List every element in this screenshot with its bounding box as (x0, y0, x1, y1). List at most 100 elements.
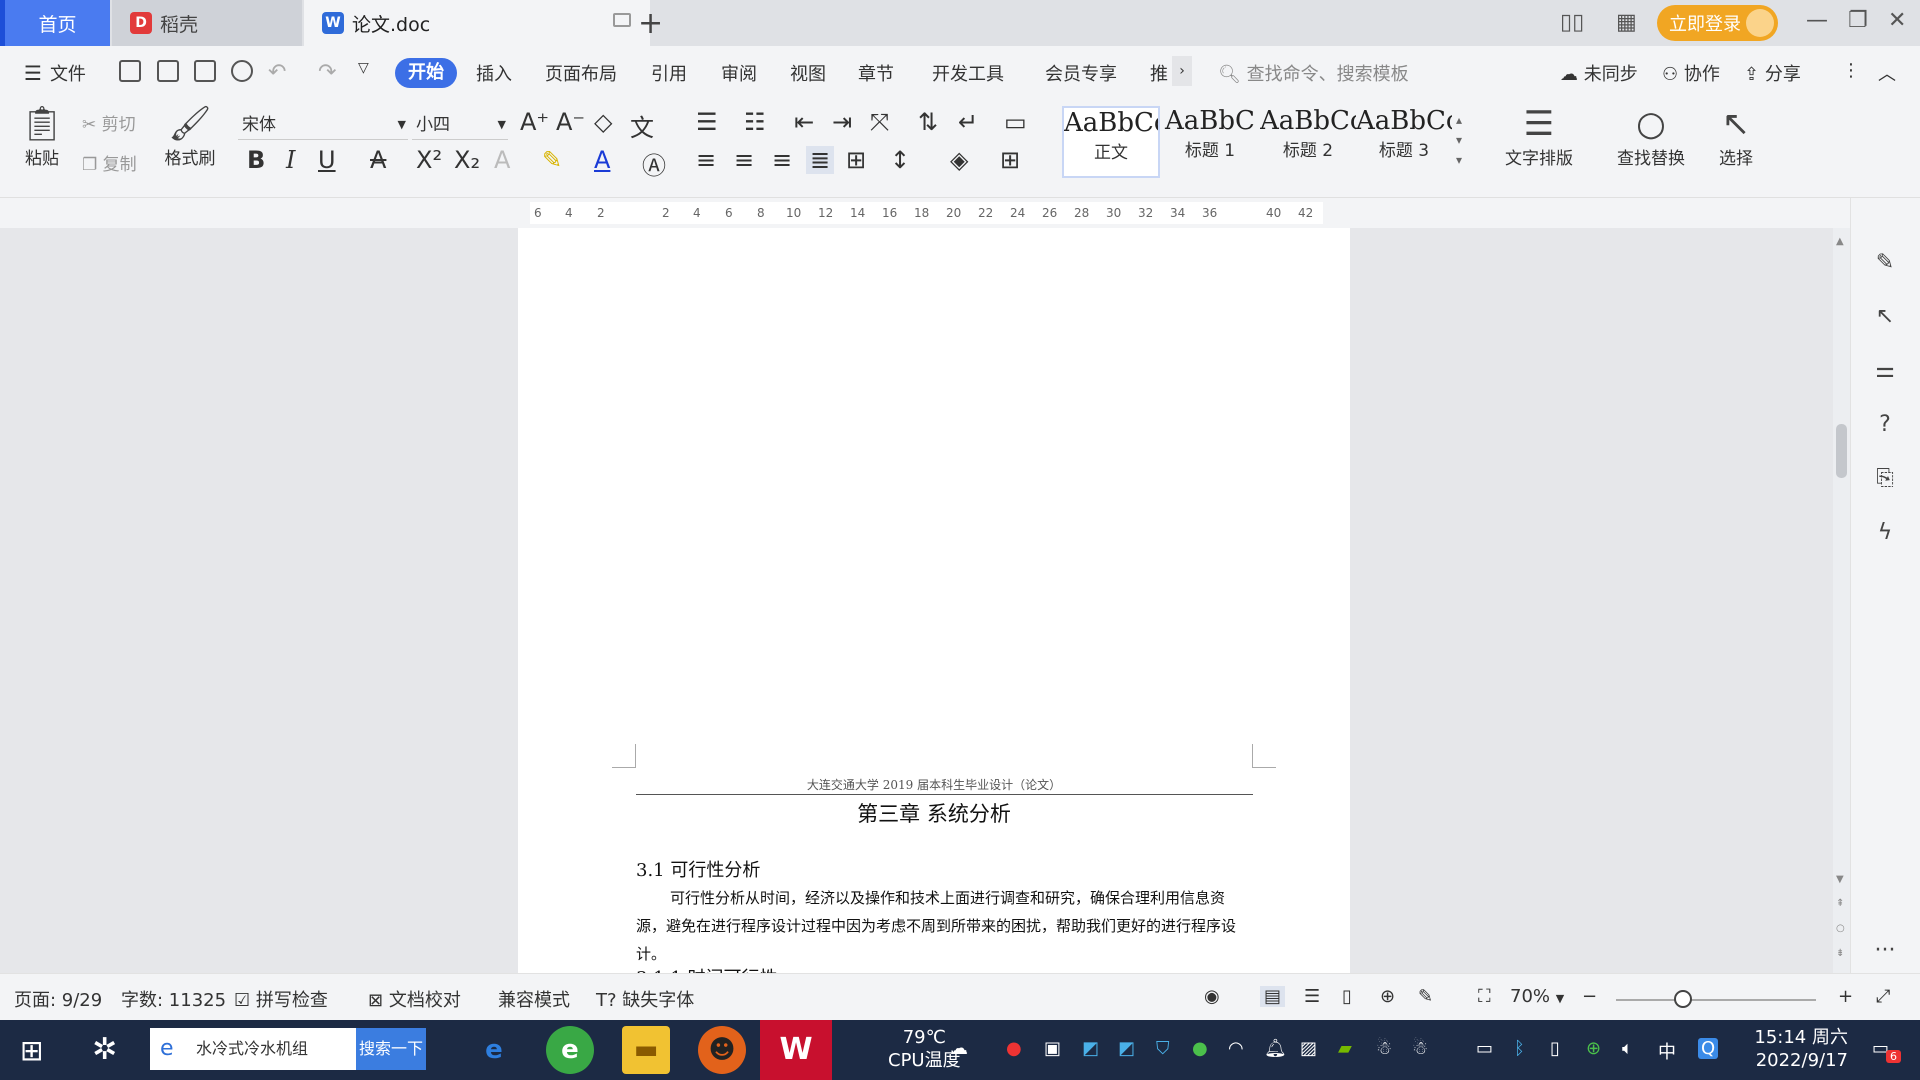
align-right-icon[interactable]: ≡ (772, 146, 792, 174)
zoom-out-icon[interactable]: − (1582, 986, 1597, 1007)
highlight-icon[interactable]: ✎ (542, 146, 562, 174)
backup-icon[interactable]: ⎘ (1871, 466, 1899, 494)
grow-font-icon[interactable]: A⁺ (520, 108, 549, 136)
shield-icon[interactable]: ⛉ (1156, 1038, 1170, 1059)
pen-icon[interactable]: ✎ (1871, 250, 1899, 278)
cut-button[interactable]: ✂ 剪切 (82, 110, 136, 135)
ime-indicator[interactable]: 中 (1658, 1038, 1676, 1064)
style-heading-1[interactable]: AaBbC 标题 1 (1162, 106, 1258, 178)
shading-icon[interactable]: ◈ (950, 146, 968, 174)
text-layout-button[interactable]: ☰ 文字排版 (1494, 104, 1584, 169)
menu-review[interactable]: 审阅 (721, 60, 757, 86)
style-heading-3[interactable]: AaBbCc 标题 3 (1356, 106, 1452, 178)
eye-protect-icon[interactable]: ◉ (1204, 986, 1220, 1007)
more-dots-icon[interactable]: ··· (1871, 938, 1899, 966)
tray-app-icon[interactable]: ⊕ (1586, 1038, 1601, 1059)
weather-icon[interactable]: ☁ (950, 1038, 968, 1059)
file-explorer-icon[interactable]: ▬ (622, 1026, 670, 1074)
tab-home[interactable]: 首页 (0, 0, 110, 46)
zoom-slider-handle[interactable] (1674, 990, 1692, 1008)
italic-icon[interactable]: I (286, 146, 295, 174)
menu-member[interactable]: 会员专享 (1045, 60, 1117, 86)
style-heading-2[interactable]: AaBbCc 标题 2 (1260, 106, 1356, 178)
vertical-scrollbar[interactable]: ▲ ▼ ⇞ ○ ⇟ (1833, 228, 1850, 973)
write-view-icon[interactable]: ✎ (1418, 986, 1433, 1007)
style-scroll-icon[interactable]: ▴ ▾ ▾ (1456, 110, 1462, 170)
outline-view-icon[interactable]: ☰ (1304, 986, 1320, 1007)
menu-chapter[interactable]: 章节 (858, 60, 894, 86)
menu-start[interactable]: 开始 (395, 58, 457, 88)
menu-insert[interactable]: 插入 (476, 60, 512, 86)
nvidia-icon[interactable]: ▰ (1338, 1038, 1352, 1059)
taskbar-search-input[interactable]: e 水冷式冷水机组 (150, 1028, 356, 1070)
taskbar-search-button[interactable]: 搜索一下 (356, 1028, 426, 1070)
tray-app-icon[interactable]: ▨ (1300, 1038, 1317, 1059)
decrease-indent-icon[interactable]: ⇤ (794, 108, 814, 136)
text-direction-icon[interactable]: ⤧ (870, 108, 889, 136)
tab-daoke[interactable]: D 稻壳 (112, 0, 302, 46)
char-border-icon[interactable]: Ⓐ (642, 146, 666, 181)
strikethrough-icon[interactable]: A (370, 146, 386, 174)
select-button[interactable]: ↖ 选择 (1704, 104, 1768, 169)
scroll-up-icon[interactable]: ▲ (1836, 236, 1844, 247)
horizontal-ruler[interactable]: 6 4 2 2 4 6 8 10 12 14 16 18 20 22 24 26… (530, 202, 1323, 224)
volume-icon[interactable]: 🔈︎ (1622, 1038, 1633, 1059)
close-icon[interactable]: ✕ (1888, 8, 1906, 33)
document-page[interactable]: 大连交通大学 2019 届本科生毕业设计（论文） 第三章 系统分析 3.1 可行… (518, 668, 1350, 973)
ruler-toggle-icon[interactable]: ▭ (1004, 108, 1027, 136)
increase-indent-icon[interactable]: ⇥ (832, 108, 852, 136)
line-spacing-icon[interactable]: ↕ (890, 146, 910, 174)
style-normal[interactable]: AaBbCcI 正文 (1062, 106, 1160, 178)
pinwheel-app-icon[interactable]: ✲ (92, 1032, 117, 1067)
tab-window-icon[interactable] (613, 13, 631, 27)
distribute-icon[interactable]: ⊞ (846, 146, 866, 174)
tab-document[interactable]: W 论文.doc (304, 0, 650, 46)
spell-check-button[interactable]: ☑ 拼写检查 (234, 986, 328, 1012)
qq-icon[interactable]: ☃ (1376, 1038, 1392, 1059)
windows-start-icon[interactable]: ⊞ (20, 1034, 43, 1067)
tray-app-icon[interactable]: ● (1192, 1038, 1208, 1059)
login-button[interactable]: 立即登录 (1657, 5, 1778, 41)
next-page-icon[interactable]: ⇟ (1836, 948, 1844, 959)
scrollbar-thumb[interactable] (1836, 424, 1847, 478)
ie-browser-icon[interactable]: e (470, 1026, 518, 1074)
bell-icon[interactable]: 🔔︎ (1264, 1038, 1287, 1059)
tray-app-icon[interactable]: ◩ (1082, 1038, 1099, 1059)
print-preview-icon[interactable] (231, 60, 253, 82)
web-view-icon[interactable]: ⊕ (1380, 986, 1395, 1007)
justify-icon[interactable]: ≣ (806, 146, 835, 174)
redo-icon[interactable]: ↷ (318, 60, 336, 85)
input-method-icon[interactable]: Q (1698, 1038, 1719, 1059)
phonetic-icon[interactable]: 文 (630, 108, 654, 143)
menu-page-layout[interactable]: 页面布局 (545, 60, 617, 86)
zoom-slider[interactable] (1616, 999, 1816, 1001)
bullet-list-icon[interactable]: ☰ (696, 108, 718, 136)
export-icon[interactable] (157, 60, 179, 82)
word-count[interactable]: 字数: 11325 (121, 986, 226, 1012)
numbered-list-icon[interactable]: ☷ (744, 108, 766, 136)
borders-icon[interactable]: ⊞ (1000, 146, 1020, 174)
menu-reference[interactable]: 引用 (651, 60, 687, 86)
document-canvas[interactable]: 4 大连交通大学 2019 届本科生毕业设计（论文） 第三章 系统分析 3.1 … (0, 228, 1833, 973)
collapse-ribbon-icon[interactable]: ︿ (1878, 60, 1896, 86)
find-replace-button[interactable]: ○ 查找替换 (1606, 104, 1696, 169)
adjust-icon[interactable]: ⚌ (1871, 358, 1899, 386)
help-icon[interactable]: ? (1871, 412, 1899, 440)
align-center-icon[interactable]: ≡ (734, 146, 754, 174)
usb-icon[interactable]: ▯ (1550, 1038, 1560, 1059)
fit-page-icon[interactable]: ⛶ (1478, 986, 1491, 1007)
quick-access-more-icon[interactable]: ▽ (358, 60, 369, 76)
minimize-icon[interactable]: — (1806, 8, 1828, 33)
sync-button[interactable]: ☁ 未同步 (1560, 60, 1638, 86)
tray-app-icon[interactable]: ◩ (1118, 1038, 1135, 1059)
menu-view[interactable]: 视图 (790, 60, 826, 86)
grid-apps-icon[interactable]: ▦ (1616, 10, 1637, 35)
menu-recommend[interactable]: 推 (1150, 60, 1168, 86)
browser-360-icon[interactable]: e (546, 1026, 594, 1074)
zoom-level[interactable]: 70% ▼ (1510, 986, 1564, 1007)
game-app-icon[interactable]: ☻ (698, 1026, 746, 1074)
wps-app-icon[interactable]: W (760, 1020, 832, 1080)
wifi-icon[interactable]: ◠ (1228, 1038, 1244, 1059)
restore-icon[interactable]: ❐ (1848, 8, 1868, 33)
align-left-icon[interactable]: ≡ (696, 146, 716, 174)
